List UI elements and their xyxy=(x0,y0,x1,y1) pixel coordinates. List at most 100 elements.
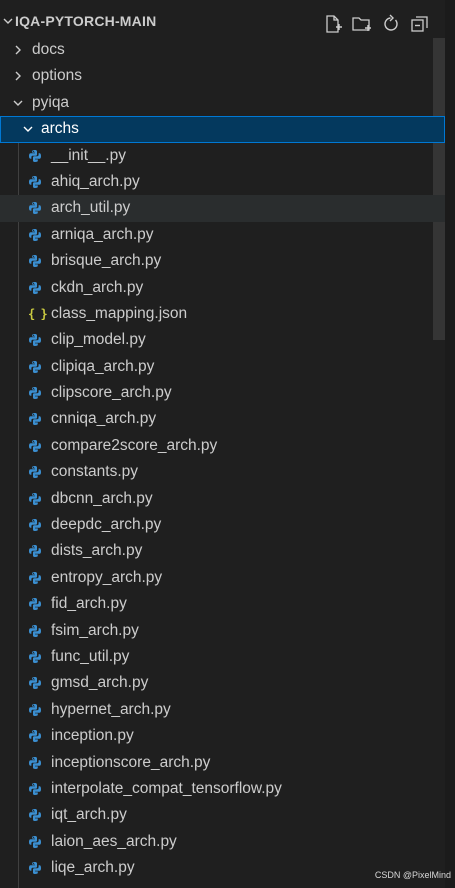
file-item[interactable]: iqt_arch.py xyxy=(0,802,445,828)
file-label: brisque_arch.py xyxy=(51,252,162,270)
file-label: entropy_arch.py xyxy=(51,568,163,586)
python-file-icon xyxy=(29,360,41,373)
python-file-icon xyxy=(29,782,41,795)
file-label: deepdc_arch.py xyxy=(51,516,162,534)
python-file-icon xyxy=(29,149,41,162)
file-item[interactable]: arch_util.py xyxy=(0,195,445,222)
python-file-icon xyxy=(29,202,41,215)
file-item[interactable]: inceptionscore_arch.py xyxy=(0,750,445,776)
explorer-panel: IQA-PYTORCH-MAIN docs options pyiqa arch… xyxy=(0,0,455,888)
file-item[interactable]: dbcnn_arch.py xyxy=(0,486,445,512)
file-list: __init__.py ahiq_arch.py arch_util.pyarniq… xyxy=(0,143,445,882)
python-file-icon xyxy=(29,756,41,769)
file-item[interactable]: clipscore_arch.py xyxy=(0,380,445,406)
file-item[interactable]: constants.py xyxy=(0,459,445,485)
panel-edge xyxy=(445,0,455,888)
file-item[interactable]: ahiq_arch.py xyxy=(0,169,445,195)
chevron-down-icon xyxy=(13,100,23,106)
python-file-icon xyxy=(29,519,41,532)
file-label: func_util.py xyxy=(51,647,130,665)
file-label: fid_arch.py xyxy=(51,595,127,613)
folder-docs[interactable]: docs xyxy=(0,37,445,63)
python-file-icon xyxy=(29,862,41,875)
folder-label: options xyxy=(32,67,82,85)
python-file-icon xyxy=(29,624,41,637)
file-item[interactable]: ckdn_arch.py xyxy=(0,275,445,301)
file-label: dists_arch.py xyxy=(51,542,143,560)
file-label: laion_aes_arch.py xyxy=(51,832,177,850)
file-label: liqe_arch.py xyxy=(51,859,135,877)
file-item[interactable]: compare2score_arch.py xyxy=(0,433,445,459)
file-label: constants.py xyxy=(51,463,139,481)
file-item[interactable]: laion_aes_arch.py xyxy=(0,829,445,855)
refresh-icon[interactable] xyxy=(380,13,402,35)
folder-options[interactable]: options xyxy=(0,63,445,89)
file-item[interactable]: gmsd_arch.py xyxy=(0,670,445,696)
python-file-icon xyxy=(29,571,41,584)
folder-pyiqa[interactable]: pyiqa xyxy=(0,90,445,116)
chevron-right-icon xyxy=(15,71,21,81)
folder-label: pyiqa xyxy=(32,93,70,111)
file-item[interactable]: clip_model.py xyxy=(0,327,445,353)
collapse-all-icon[interactable] xyxy=(409,13,431,35)
file-item[interactable]: entropy_arch.py xyxy=(0,565,445,591)
file-label: clipiqa_arch.py xyxy=(51,357,155,375)
file-item[interactable]: hypernet_arch.py xyxy=(0,697,445,723)
file-label: fsim_arch.py xyxy=(51,621,139,639)
python-file-icon xyxy=(29,334,41,347)
file-item[interactable]: arniqa_arch.py xyxy=(0,222,445,248)
file-item[interactable]: fid_arch.py xyxy=(0,591,445,617)
file-label: hypernet_arch.py xyxy=(51,700,171,718)
file-label: inceptionscore_arch.py xyxy=(51,753,211,771)
file-item[interactable]: clipiqa_arch.py xyxy=(0,354,445,380)
chevron-down-icon[interactable] xyxy=(3,16,13,26)
file-item[interactable]: { } class_mapping.json xyxy=(0,301,445,327)
python-file-icon xyxy=(29,545,41,558)
file-label: arniqa_arch.py xyxy=(51,225,154,243)
file-label: __init__.py xyxy=(51,146,126,164)
chevron-right-icon xyxy=(15,45,21,55)
file-tree: docs options pyiqa archs __init__.pyahiq… xyxy=(0,37,445,882)
file-item[interactable]: fsim_arch.py xyxy=(0,618,445,644)
file-label: gmsd_arch.py xyxy=(51,674,149,692)
python-file-icon xyxy=(29,703,41,716)
python-file-icon xyxy=(29,809,41,822)
python-file-icon xyxy=(29,677,41,690)
file-label: clipscore_arch.py xyxy=(51,384,172,402)
file-item[interactable]: brisque_arch.py xyxy=(0,248,445,274)
explorer-actions xyxy=(322,13,434,35)
json-file-icon: { } xyxy=(28,306,48,321)
new-file-icon[interactable] xyxy=(322,13,344,35)
file-item[interactable]: func_util.py xyxy=(0,644,445,670)
file-label: ckdn_arch.py xyxy=(51,278,144,296)
explorer-header[interactable]: IQA-PYTORCH-MAIN xyxy=(0,0,455,36)
file-label: ahiq_arch.py xyxy=(51,172,140,190)
file-label: inception.py xyxy=(51,727,134,745)
folder-label: docs xyxy=(32,41,65,58)
python-file-icon xyxy=(29,598,41,611)
python-file-icon xyxy=(29,413,41,426)
file-item[interactable]: dists_arch.py xyxy=(0,538,445,564)
file-item[interactable]: deepdc_arch.py xyxy=(0,512,445,538)
file-label: interpolate_compat_tensorflow.py xyxy=(51,779,282,797)
python-file-icon xyxy=(29,228,41,241)
file-label: iqt_arch.py xyxy=(51,806,127,824)
folder-label: archs xyxy=(41,120,79,138)
python-file-icon xyxy=(29,439,41,452)
file-item[interactable]: inception.py xyxy=(0,723,445,749)
python-file-icon xyxy=(29,387,41,400)
file-label: clip_model.py xyxy=(51,331,146,349)
file-item[interactable]: interpolate_compat_tensorflow.py xyxy=(0,776,445,802)
file-item[interactable]: cnniqa_arch.py xyxy=(0,406,445,432)
python-file-icon xyxy=(29,281,41,294)
python-file-icon xyxy=(29,466,41,479)
new-folder-icon[interactable] xyxy=(351,13,373,35)
file-item[interactable]: __init__.py xyxy=(0,143,445,169)
python-file-icon xyxy=(29,835,41,848)
chevron-down-icon xyxy=(23,126,33,133)
file-label: class_mapping.json xyxy=(51,304,188,322)
python-file-icon xyxy=(29,730,41,743)
folder-archs[interactable]: archs xyxy=(0,116,445,143)
watermark: CSDN @PixelMind xyxy=(374,870,451,880)
file-label: cnniqa_arch.py xyxy=(51,410,157,428)
